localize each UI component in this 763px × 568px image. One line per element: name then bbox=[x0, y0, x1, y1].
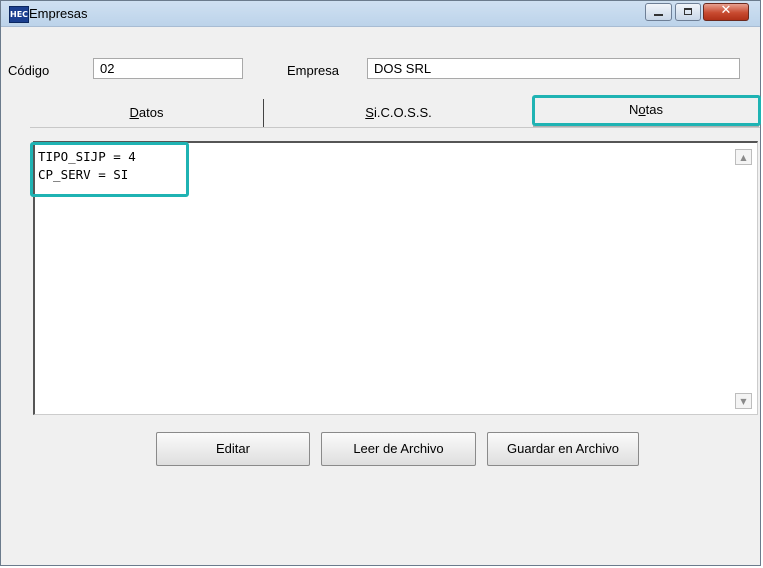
tab-datos[interactable]: Datos bbox=[30, 99, 263, 127]
tab-sicoss-label: Si.C.O.S.S. bbox=[365, 105, 432, 120]
notes-line: TIPO_SIJP = 4 bbox=[38, 149, 136, 164]
empresa-field[interactable]: DOS SRL bbox=[367, 58, 740, 79]
app-logo-icon: HEC bbox=[9, 6, 29, 23]
close-icon: ✕ bbox=[720, 3, 732, 18]
notes-line: CP_SERV = SI bbox=[38, 167, 129, 182]
guardar-en-archivo-button[interactable]: Guardar en Archivo bbox=[487, 432, 639, 466]
maximize-icon bbox=[684, 8, 692, 15]
title-bar[interactable]: HEC Empresas ✕ bbox=[1, 1, 760, 27]
scroll-up-arrow-icon[interactable]: ▲ bbox=[735, 149, 752, 165]
window-title: Empresas bbox=[29, 6, 88, 21]
empresa-label: Empresa bbox=[287, 63, 340, 78]
tab-notas[interactable]: Notas bbox=[533, 97, 759, 127]
empresas-window: HEC Empresas ✕ Código 02 Empresa DOS SRL… bbox=[0, 0, 761, 566]
tab-sicoss[interactable]: Si.C.O.S.S. bbox=[263, 99, 533, 127]
minimize-button[interactable] bbox=[645, 3, 672, 21]
scroll-down-arrow-icon[interactable]: ▼ bbox=[735, 393, 752, 409]
maximize-button[interactable] bbox=[675, 3, 701, 21]
leer-de-archivo-button[interactable]: Leer de Archivo bbox=[321, 432, 476, 466]
notes-textarea[interactable]: TIPO_SIJP = 4 CP_SERV = SI ▲ ▼ bbox=[33, 141, 758, 415]
tab-notas-label: Notas bbox=[629, 102, 663, 117]
codigo-label: Código bbox=[8, 63, 50, 78]
close-button[interactable]: ✕ bbox=[703, 3, 749, 21]
minimize-icon bbox=[654, 14, 663, 16]
editar-button[interactable]: Editar bbox=[156, 432, 310, 466]
codigo-field[interactable]: 02 bbox=[93, 58, 243, 79]
tab-datos-label: Datos bbox=[129, 105, 164, 120]
tab-strip: Datos Si.C.O.S.S. Notas bbox=[30, 97, 760, 127]
notes-content: TIPO_SIJP = 4 CP_SERV = SI bbox=[38, 148, 136, 184]
tab-divider bbox=[30, 127, 760, 128]
